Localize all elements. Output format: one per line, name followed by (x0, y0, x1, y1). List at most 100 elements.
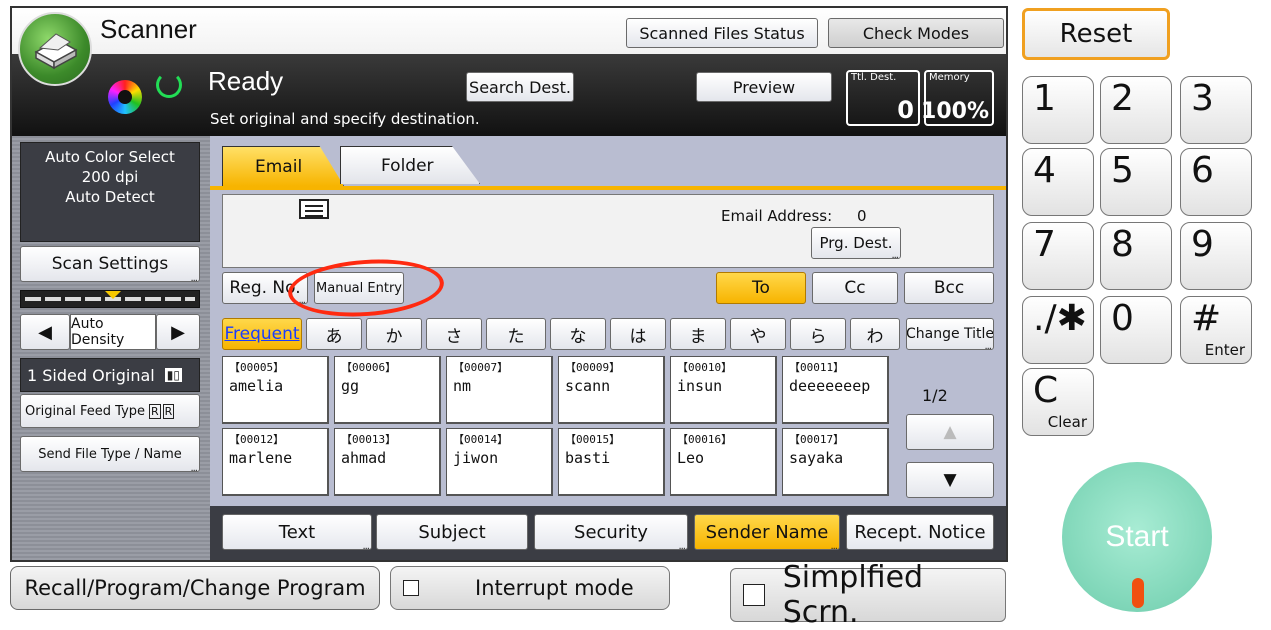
email-address-label: Email Address: (721, 207, 833, 225)
density-marker-icon (105, 291, 121, 299)
density-increase-button[interactable]: ▶ (156, 314, 200, 350)
index-tab-8[interactable]: や (730, 318, 786, 350)
keypad-key-1[interactable]: 2 (1100, 76, 1172, 144)
start-button[interactable]: Start (1062, 462, 1212, 612)
entry-name: marlene (229, 449, 293, 467)
index-tab-9[interactable]: ら (790, 318, 846, 350)
recall-program-button[interactable]: Recall/Program/Change Program (10, 566, 380, 610)
address-entry[interactable]: 【00005】 amelia (222, 356, 329, 424)
change-title-button[interactable]: Change Title (906, 318, 994, 350)
address-entry[interactable]: 【00016】 Leo (670, 428, 777, 496)
scan-settings-button[interactable]: Scan Settings (20, 246, 200, 282)
tab-folder[interactable]: Folder (340, 146, 480, 184)
clear-key[interactable]: C Clear (1022, 368, 1094, 436)
to-button[interactable]: To (716, 272, 806, 304)
address-entry[interactable]: 【00011】 deeeeeeep (782, 356, 889, 424)
address-entry[interactable]: 【00009】 scann (558, 356, 665, 424)
index-tab-4[interactable]: た (486, 318, 546, 350)
scanned-files-status-button[interactable]: Scanned Files Status (626, 18, 818, 48)
address-entry[interactable]: 【00017】 sayaka (782, 428, 889, 496)
index-tab-3[interactable]: さ (426, 318, 482, 350)
interrupt-mode-button[interactable]: Interrupt mode (390, 566, 670, 610)
bcc-button[interactable]: Bcc (904, 272, 994, 304)
keypad-key-7[interactable]: 8 (1100, 222, 1172, 290)
keypad-key-symbol: 0 (1111, 298, 1134, 339)
address-entry[interactable]: 【00007】 nm (446, 356, 553, 424)
preview-button[interactable]: Preview (696, 72, 832, 102)
memory-indicator: Memory 100% (921, 70, 994, 126)
bottom-tab-3[interactable]: Sender Name (694, 514, 840, 552)
keypad-key-symbol: 3 (1191, 78, 1214, 119)
keypad-key-2[interactable]: 3 (1180, 76, 1252, 144)
index-tab-1[interactable]: あ (306, 318, 362, 350)
entry-number: 【00005】 (229, 361, 285, 374)
sided-original-button[interactable]: 1 Sided Original ▮▯ (20, 358, 200, 392)
search-dest-button[interactable]: Search Dest. (466, 72, 574, 102)
simplified-screen-button[interactable]: Simplfied Scrn. (730, 560, 1006, 630)
clear-key-label: Clear (1047, 413, 1087, 431)
keypad-key-3[interactable]: 4 (1022, 148, 1094, 216)
address-entry[interactable]: 【00010】 insun (670, 356, 777, 424)
address-entry[interactable]: 【00006】 gg (334, 356, 441, 424)
keypad-key-5[interactable]: 6 (1180, 148, 1252, 216)
entry-number: 【00010】 (677, 361, 733, 374)
entry-name: Leo (677, 449, 705, 467)
index-tab-0[interactable]: Frequent (222, 318, 302, 350)
keypad-key-0[interactable]: 1 (1022, 76, 1094, 144)
keypad-key-9[interactable]: ./✱ (1022, 296, 1094, 364)
entry-name: basti (565, 449, 611, 467)
clear-key-symbol: C (1033, 370, 1059, 411)
keypad-key-6[interactable]: 7 (1022, 222, 1094, 290)
density-scale (20, 290, 200, 308)
original-feed-type-button[interactable]: Original Feed Type R R (20, 394, 200, 428)
bottom-tab-4[interactable]: Recept. Notice (846, 514, 994, 550)
bottom-tab-1[interactable]: Subject (376, 514, 528, 550)
index-tab-5[interactable]: な (550, 318, 606, 350)
keypad-key-symbol: 5 (1111, 150, 1134, 191)
memory-value: 100% (921, 99, 989, 124)
app-title: Scanner (100, 14, 197, 44)
interrupt-checkbox-icon (403, 580, 419, 596)
send-file-type-button[interactable]: Send File Type / Name (20, 436, 200, 472)
bottom-tab-0[interactable]: Text (222, 514, 372, 552)
index-tab-10[interactable]: わ (850, 318, 900, 350)
entry-name: amelia (229, 377, 284, 395)
reset-button[interactable]: Reset (1022, 8, 1170, 60)
address-entry[interactable]: 【00012】 marlene (222, 428, 329, 496)
reset-label: Reset (1059, 19, 1133, 49)
density-decrease-button[interactable]: ◀ (20, 314, 70, 350)
index-tab-2[interactable]: か (366, 318, 422, 350)
keypad-key-8[interactable]: 9 (1180, 222, 1252, 290)
bottom-tab-2[interactable]: Security (534, 514, 688, 552)
entry-number: 【00011】 (789, 361, 845, 374)
right-arrow-icon: ▶ (171, 321, 185, 343)
check-modes-button[interactable]: Check Modes (828, 18, 1004, 48)
entry-number: 【00015】 (565, 433, 621, 446)
cc-button[interactable]: Cc (812, 272, 898, 304)
scanner-screen: Scanner Scanned Files Status Check Modes… (10, 6, 1008, 562)
index-tab-6[interactable]: は (610, 318, 666, 350)
entry-number: 【00007】 (453, 361, 509, 374)
keypad-key-4[interactable]: 5 (1100, 148, 1172, 216)
auto-density-label: Auto Density (70, 314, 156, 350)
entry-number: 【00017】 (789, 433, 845, 446)
entry-number: 【00012】 (229, 433, 285, 446)
entry-name: nm (453, 377, 472, 395)
address-entry[interactable]: 【00013】 ahmad (334, 428, 441, 496)
status-message: Set original and specify destination. (210, 110, 480, 128)
address-entry[interactable]: 【00014】 jiwon (446, 428, 553, 496)
entry-number: 【00016】 (677, 433, 733, 446)
index-tab-7[interactable]: ま (670, 318, 726, 350)
keypad-key-10[interactable]: 0 (1100, 296, 1172, 364)
page-down-button[interactable]: ▼ (906, 462, 994, 498)
keypad-key-11[interactable]: # Enter (1180, 296, 1252, 364)
up-arrow-icon: ▲ (943, 422, 957, 442)
page-up-button[interactable]: ▲ (906, 414, 994, 450)
prg-dest-button[interactable]: Prg. Dest. (811, 227, 901, 259)
memory-label: Memory (929, 72, 970, 83)
total-destinations-label: Ttl. Dest. (851, 72, 897, 83)
tab-email[interactable]: Email (222, 146, 344, 186)
left-settings-panel: Auto Color Select 200 dpi Auto Detect Sc… (12, 136, 210, 560)
feed-orientation-icon: R (149, 403, 161, 419)
address-entry[interactable]: 【00015】 basti (558, 428, 665, 496)
